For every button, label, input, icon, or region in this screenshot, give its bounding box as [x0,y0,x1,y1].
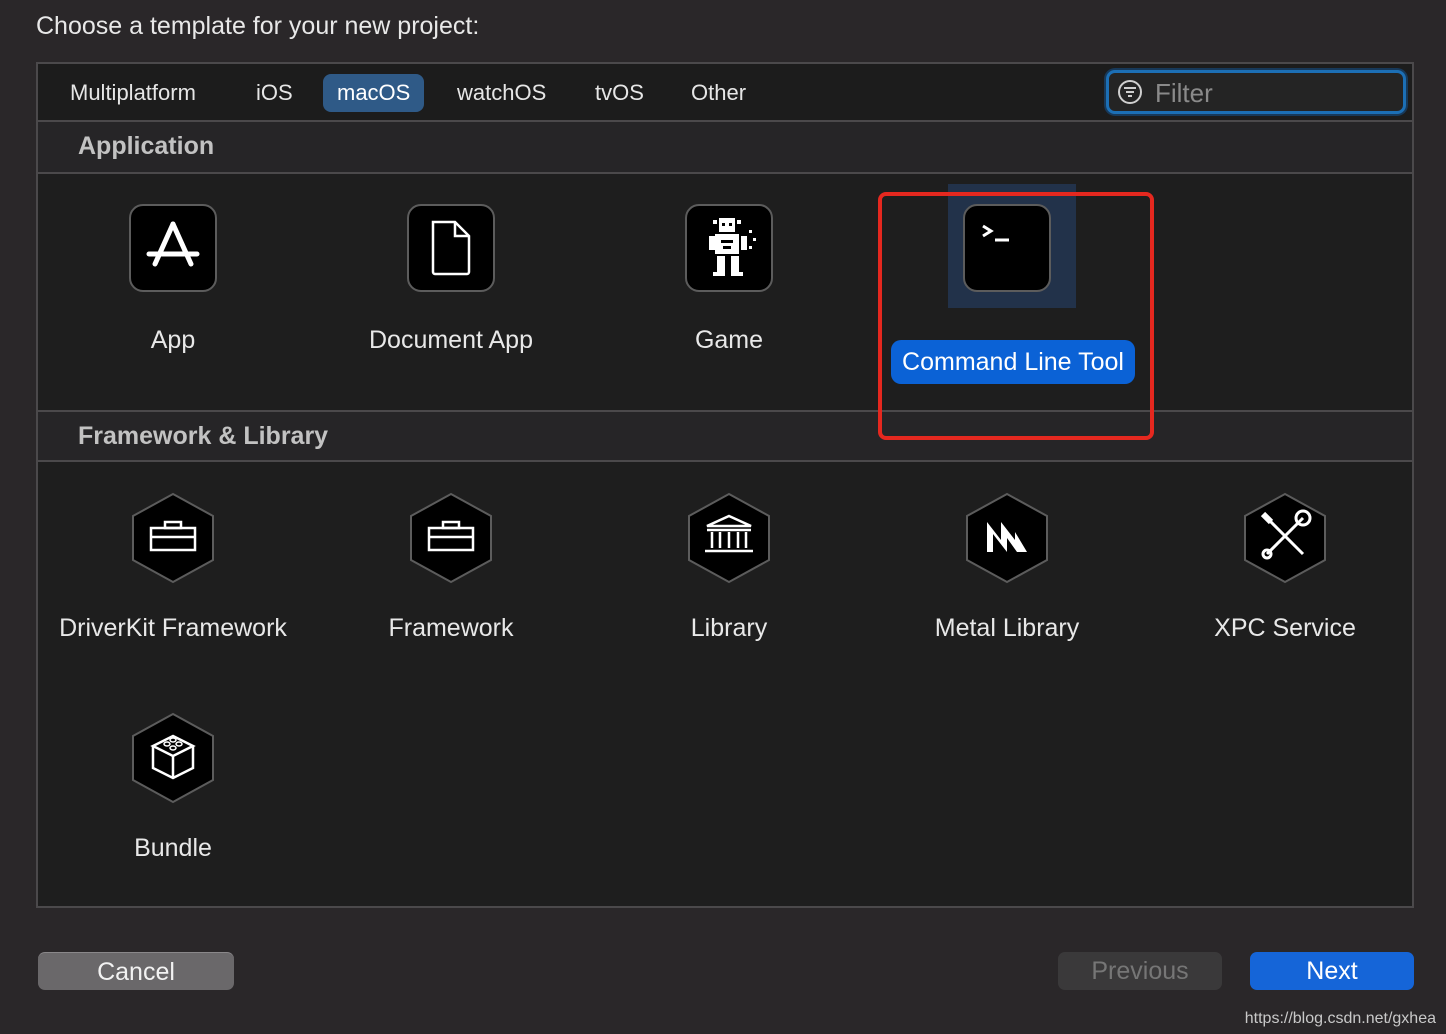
template-panel: Multiplatform iOS macOS watchOS tvOS Oth… [36,62,1414,908]
tab-ios[interactable]: iOS [242,74,307,112]
watermark-url: https://blog.csdn.net/gxhea [1244,1010,1436,1027]
template-metal-library[interactable]: Metal Library [868,492,1146,652]
cancel-button[interactable]: Cancel [38,952,234,990]
template-app[interactable]: App [34,204,312,364]
game-sprite-icon [685,204,773,292]
section-title: Application [78,132,215,160]
template-bundle[interactable]: Bundle [34,712,312,872]
section-header-application: Application [38,122,1412,174]
template-command-line-tool[interactable]: Command Line Tool [868,184,1146,404]
template-label: DriverKit Framework [59,614,287,642]
toolbox-icon [132,492,214,584]
section-title: Framework & Library [78,422,329,450]
template-framework[interactable]: Framework [312,492,590,652]
template-label: Framework [388,614,514,642]
previous-button[interactable]: Previous [1058,952,1222,990]
metal-icon [966,492,1048,584]
template-game[interactable]: Game [590,204,868,364]
tab-multiplatform[interactable]: Multiplatform [56,74,210,112]
section-header-framework-library: Framework & Library [38,410,1412,462]
library-building-icon [688,492,770,584]
terminal-icon [963,204,1051,292]
platform-tab-bar: Multiplatform iOS macOS watchOS tvOS Oth… [38,64,1412,122]
template-label: App [150,326,196,354]
tab-other[interactable]: Other [677,74,760,112]
template-label: Game [694,326,764,354]
template-label: Document App [369,326,533,354]
document-icon [407,204,495,292]
template-library[interactable]: Library [590,492,868,652]
tab-tvos[interactable]: tvOS [581,74,658,112]
app-store-icon [129,204,217,292]
template-driverkit-framework[interactable]: DriverKit Framework [34,492,312,682]
tab-macos[interactable]: macOS [323,74,425,112]
template-label: XPC Service [1214,614,1356,642]
lego-cube-icon [132,712,214,804]
filter-icon [1118,80,1142,104]
template-label: Metal Library [934,614,1080,642]
template-label: Bundle [134,834,212,862]
template-document-app[interactable]: Document App [312,204,590,364]
filter-input[interactable] [1153,77,1397,109]
dialog-title: Choose a template for your new project: [36,12,480,40]
template-xpc-service[interactable]: XPC Service [1146,492,1424,652]
template-label-selected: Command Line Tool [891,340,1135,384]
toolbox-icon [410,492,492,584]
template-label: Library [690,614,768,642]
wrench-screwdriver-icon [1244,492,1326,584]
next-button[interactable]: Next [1250,952,1414,990]
tab-watchos[interactable]: watchOS [443,74,560,112]
filter-field[interactable] [1106,70,1406,114]
